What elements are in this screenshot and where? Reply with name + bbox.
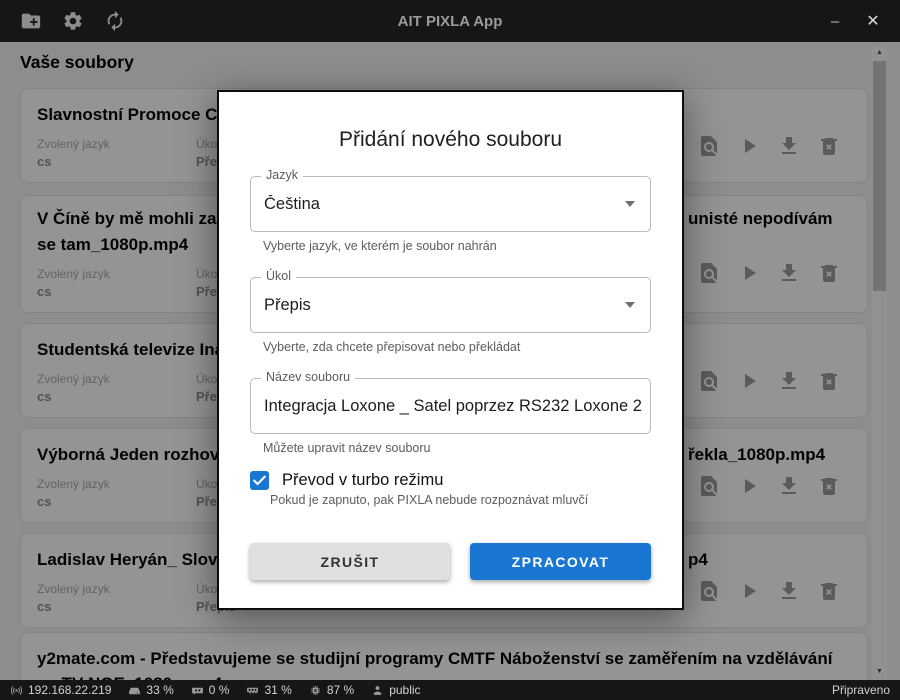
- task-select[interactable]: Úkol Přepis: [250, 277, 651, 333]
- language-helper-text: Vyberte jazyk, ve kterém je soubor nahrá…: [263, 239, 651, 253]
- add-file-dialog: Přidání nového souboru Jazyk Čeština Vyb…: [217, 90, 684, 610]
- filename-input-label: Název souboru: [261, 370, 355, 384]
- checkmark-icon: [250, 471, 269, 490]
- dialog-title: Přidání nového souboru: [250, 128, 651, 152]
- task-select-value: Přepis: [251, 296, 311, 315]
- window-controls: – ✕: [816, 0, 900, 42]
- statusbar: 192.168.22.219 33 % 0 % 31 % 87 % public…: [0, 680, 900, 700]
- filename-helper-text: Můžete upravit název souboru: [263, 441, 651, 455]
- gpu-usage: 0 %: [209, 683, 230, 697]
- turbo-checkbox-label[interactable]: Převod v turbo režimu: [282, 471, 443, 490]
- settings-icon: [62, 10, 84, 32]
- cpu-status: 87 %: [309, 683, 354, 697]
- user-name: public: [389, 683, 420, 697]
- dialog-buttons: ZRUŠIT ZPRACOVAT: [250, 543, 651, 580]
- language-select[interactable]: Jazyk Čeština: [250, 176, 651, 232]
- cpu-usage: 87 %: [327, 683, 354, 697]
- minimize-button[interactable]: –: [816, 0, 854, 42]
- task-helper-text: Vyberte, zda chcete přepisovat nebo přek…: [263, 340, 651, 354]
- disk-usage: 33 %: [146, 683, 173, 697]
- ram-icon: [246, 684, 259, 697]
- status-text: Připraveno: [832, 683, 890, 697]
- ram-status: 31 %: [246, 683, 291, 697]
- filename-input-value: Integracja Loxone _ Satel poprzez RS232 …: [251, 397, 642, 416]
- sync-button[interactable]: [104, 10, 126, 32]
- turbo-checkbox-row: Převod v turbo režimu: [250, 471, 651, 490]
- cancel-button[interactable]: ZRUŠIT: [250, 543, 450, 580]
- language-select-label: Jazyk: [261, 168, 303, 182]
- user-icon: [371, 684, 384, 697]
- network-icon: [10, 684, 23, 697]
- app-status: Připraveno: [832, 683, 890, 697]
- close-button[interactable]: ✕: [854, 0, 892, 42]
- settings-button[interactable]: [62, 10, 84, 32]
- submit-button[interactable]: ZPRACOVAT: [470, 543, 651, 580]
- app-title: AIT PIXLA App: [0, 13, 900, 30]
- disk-icon: [128, 684, 141, 697]
- chevron-down-icon: [625, 201, 635, 207]
- network-status: 192.168.22.219: [10, 683, 111, 697]
- disk-status: 33 %: [128, 683, 173, 697]
- language-select-value: Čeština: [251, 195, 320, 214]
- chevron-down-icon: [625, 302, 635, 308]
- turbo-helper-text: Pokud je zapnuto, pak PIXLA nebude rozpo…: [270, 493, 651, 507]
- titlebar-toolbar: [0, 10, 126, 32]
- gpu-icon: [191, 684, 204, 697]
- turbo-checkbox[interactable]: [250, 471, 269, 490]
- titlebar: AIT PIXLA App – ✕: [0, 0, 900, 42]
- gpu-status: 0 %: [191, 683, 230, 697]
- user-status: public: [371, 683, 420, 697]
- add-file-icon: [20, 10, 42, 32]
- ip-address: 192.168.22.219: [28, 683, 111, 697]
- add-file-button[interactable]: [20, 10, 42, 32]
- sync-icon: [104, 10, 126, 32]
- ram-usage: 31 %: [264, 683, 291, 697]
- task-select-label: Úkol: [261, 269, 296, 283]
- cpu-icon: [309, 684, 322, 697]
- filename-input[interactable]: Název souboru Integracja Loxone _ Satel …: [250, 378, 651, 434]
